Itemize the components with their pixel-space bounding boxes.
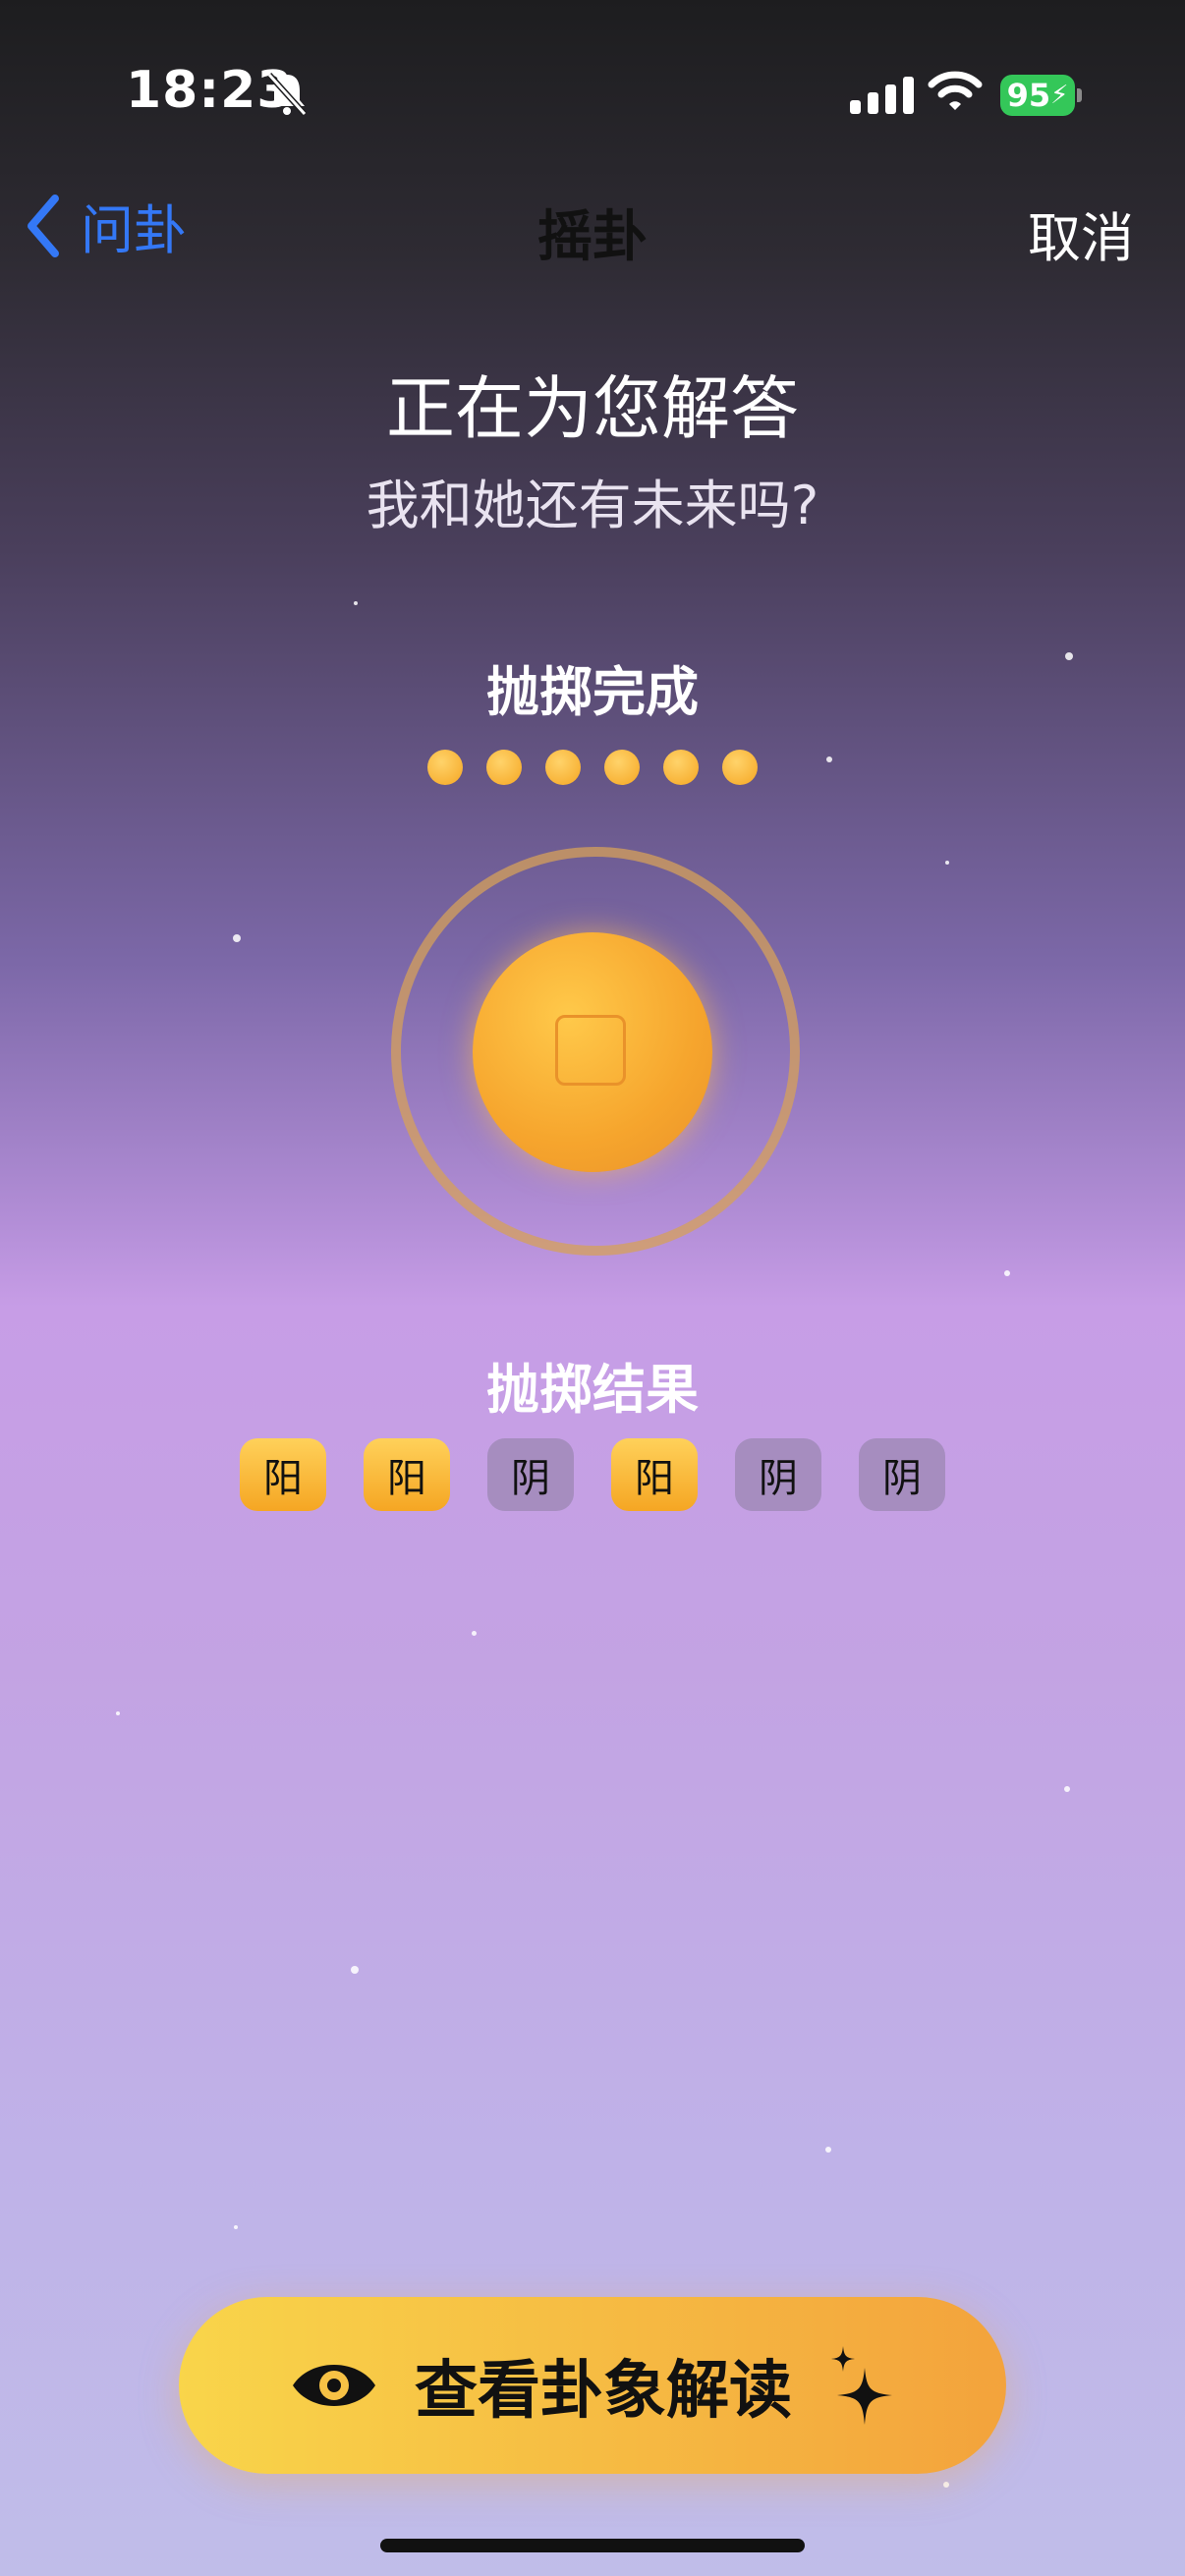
throw-progress-dots — [0, 750, 1185, 785]
charging-bolt-icon: ⚡ — [1050, 81, 1069, 110]
question-text: 我和她还有未来吗? — [366, 475, 819, 536]
progress-dot — [427, 750, 463, 785]
progress-dot — [722, 750, 758, 785]
home-indicator — [380, 2539, 805, 2552]
result-list: 阳 阳 阴 阳 阴 阴 — [0, 1438, 1185, 1511]
star-decoration — [1064, 1786, 1070, 1792]
result-pill: 阳 — [364, 1438, 450, 1511]
star-decoration — [354, 601, 358, 605]
result-pill: 阴 — [859, 1438, 945, 1511]
wifi-icon — [928, 69, 983, 116]
progress-dot — [545, 750, 581, 785]
star-decoration — [234, 2225, 238, 2229]
coin-square-hole — [555, 1015, 626, 1086]
silent-bell-icon — [265, 71, 309, 120]
result-pill: 阳 — [611, 1438, 698, 1511]
throw-status-label: 抛掷完成 — [486, 661, 699, 723]
battery-cap — [1077, 88, 1082, 102]
nav-title: 摇卦 — [537, 205, 648, 269]
star-decoration — [233, 934, 241, 942]
progress-dot — [663, 750, 699, 785]
cancel-button[interactable]: 取消 — [1028, 195, 1134, 272]
view-interpretation-button[interactable]: 查看卦象解读 — [179, 2297, 1006, 2474]
battery-level: 95 — [1006, 77, 1051, 114]
page-title: 正在为您解答 — [386, 368, 799, 449]
cta-label: 查看卦象解读 — [415, 2355, 792, 2428]
star-decoration — [943, 2482, 949, 2488]
sparkles-icon — [831, 2346, 892, 2425]
progress-dot — [604, 750, 640, 785]
star-decoration — [351, 1966, 359, 1974]
result-label: 抛掷结果 — [486, 1359, 699, 1421]
result-pill: 阳 — [240, 1438, 326, 1511]
star-decoration — [945, 861, 949, 865]
eye-icon — [293, 2365, 375, 2406]
result-pill: 阴 — [735, 1438, 821, 1511]
cellular-signal-icon — [850, 77, 914, 114]
battery-indicator: 95 ⚡ — [1000, 75, 1075, 116]
star-decoration — [825, 2147, 831, 2153]
star-decoration — [1004, 1270, 1010, 1276]
star-decoration — [116, 1711, 120, 1715]
progress-dot — [486, 750, 522, 785]
result-pill: 阴 — [487, 1438, 574, 1511]
star-decoration — [472, 1631, 477, 1636]
